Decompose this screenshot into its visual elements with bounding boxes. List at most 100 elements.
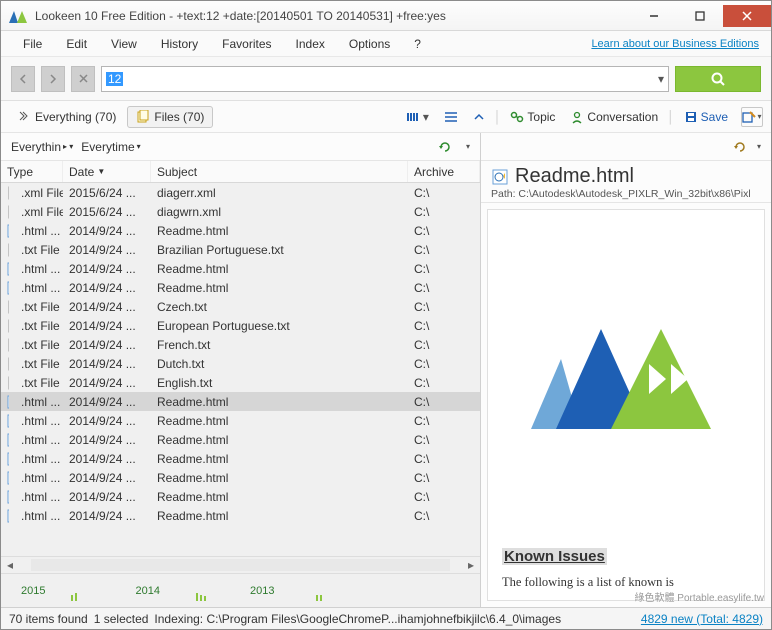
menu-options[interactable]: Options xyxy=(339,35,400,53)
cell-archive: C:\ xyxy=(408,300,480,314)
nav-forward-button[interactable] xyxy=(41,66,65,92)
cell-date: 2014/9/24 ... xyxy=(63,490,151,504)
cell-subject: Czech.txt xyxy=(151,300,408,314)
cell-archive: C:\ xyxy=(408,509,480,523)
cell-archive: C:\ xyxy=(408,471,480,485)
cell-archive: C:\ xyxy=(408,376,480,390)
cell-type: .txt File xyxy=(15,319,63,333)
file-icon xyxy=(1,224,15,238)
preview-header: Readme.html Path: C:\Autodesk\Autodesk_P… xyxy=(481,161,771,203)
file-icon xyxy=(1,243,15,257)
search-dropdown-icon[interactable]: ▾ xyxy=(658,72,664,86)
view-lines-button[interactable] xyxy=(438,109,464,125)
tab-everything[interactable]: Everything (70) xyxy=(9,107,124,127)
expand-icon xyxy=(17,110,31,124)
table-row[interactable]: .txt File2014/9/24 ...English.txtC:\ xyxy=(1,373,480,392)
table-row[interactable]: .html ...2014/9/24 ...Readme.htmlC:\ xyxy=(1,468,480,487)
minimize-button[interactable] xyxy=(631,5,677,27)
horizontal-scrollbar[interactable]: ◂ ▸ xyxy=(1,556,480,573)
business-link[interactable]: Learn about our Business Editions xyxy=(591,38,759,50)
conversation-button[interactable]: Conversation xyxy=(564,108,664,126)
cell-subject: Readme.html xyxy=(151,395,408,409)
table-row[interactable]: .txt File2014/9/24 ...European Portugues… xyxy=(1,316,480,335)
table-row[interactable]: .html ...2014/9/24 ...Readme.htmlC:\ xyxy=(1,487,480,506)
cell-type: .html ... xyxy=(15,395,63,409)
cell-type: .txt File xyxy=(15,243,63,257)
col-archive[interactable]: Archive xyxy=(408,161,480,182)
nav-cancel-button[interactable] xyxy=(71,66,95,92)
table-row[interactable]: .html ...2014/9/24 ...Readme.htmlC:\ xyxy=(1,430,480,449)
cell-subject: European Portuguese.txt xyxy=(151,319,408,333)
tab-everything-label: Everything (70) xyxy=(35,110,116,124)
cell-subject: Readme.html xyxy=(151,490,408,504)
search-input[interactable]: 12 ▾ xyxy=(101,66,669,92)
collapse-up-button[interactable] xyxy=(467,110,491,124)
table-row[interactable]: .html ...2014/9/24 ...Readme.htmlC:\ xyxy=(1,259,480,278)
preview-logo xyxy=(502,220,750,548)
cell-archive: C:\ xyxy=(408,186,480,200)
menu-file[interactable]: File xyxy=(13,35,52,53)
menu-view[interactable]: View xyxy=(101,35,147,53)
compose-button[interactable]: ▾ xyxy=(741,107,763,127)
cell-archive: C:\ xyxy=(408,395,480,409)
scope-combo[interactable]: Everythin ▸ ▾ xyxy=(11,140,73,154)
file-icon xyxy=(1,357,15,371)
col-date[interactable]: Date ▼ xyxy=(63,161,151,182)
app-icon xyxy=(9,9,27,23)
table-row[interactable]: .xml File2015/6/24 ...diagerr.xmlC:\ xyxy=(1,183,480,202)
table-row[interactable]: .txt File2014/9/24 ...French.txtC:\ xyxy=(1,335,480,354)
table-row[interactable]: .xml File2015/6/24 ...diagwrn.xmlC:\ xyxy=(1,202,480,221)
col-subject[interactable]: Subject xyxy=(151,161,408,182)
menu-history[interactable]: History xyxy=(151,35,208,53)
file-icon xyxy=(1,509,15,523)
table-row[interactable]: .html ...2014/9/24 ...Readme.htmlC:\ xyxy=(1,506,480,525)
menu-edit[interactable]: Edit xyxy=(56,35,97,53)
scroll-left-icon[interactable]: ◂ xyxy=(3,558,17,572)
status-found: 70 items found xyxy=(9,612,88,626)
cell-subject: Readme.html xyxy=(151,281,408,295)
cell-subject: diagerr.xml xyxy=(151,186,408,200)
table-row[interactable]: .txt File2014/9/24 ...Brazilian Portugue… xyxy=(1,240,480,259)
cell-type: .html ... xyxy=(15,452,63,466)
cell-type: .txt File xyxy=(15,338,63,352)
table-row[interactable]: .txt File2014/9/24 ...Dutch.txtC:\ xyxy=(1,354,480,373)
search-value: 12 xyxy=(106,72,123,86)
save-button[interactable]: Save xyxy=(678,108,734,126)
nav-back-button[interactable] xyxy=(11,66,35,92)
cell-archive: C:\ xyxy=(408,224,480,238)
grid-body[interactable]: .xml File2015/6/24 ...diagerr.xmlC:\.xml… xyxy=(1,183,480,556)
cell-type: .html ... xyxy=(15,433,63,447)
status-new-link[interactable]: 4829 new (Total: 4829) xyxy=(641,612,763,626)
table-row[interactable]: .html ...2014/9/24 ...Readme.htmlC:\ xyxy=(1,411,480,430)
menu-index[interactable]: Index xyxy=(286,35,335,53)
cell-date: 2014/9/24 ... xyxy=(63,224,151,238)
table-row[interactable]: .txt File2014/9/24 ...Czech.txtC:\ xyxy=(1,297,480,316)
cell-date: 2014/9/24 ... xyxy=(63,414,151,428)
search-button[interactable] xyxy=(675,66,761,92)
file-icon xyxy=(1,281,15,295)
close-button[interactable] xyxy=(723,5,771,27)
cell-type: .txt File xyxy=(15,357,63,371)
maximize-button[interactable] xyxy=(677,5,723,27)
file-icon xyxy=(1,186,15,200)
table-row[interactable]: .html ...2014/9/24 ...Readme.htmlC:\ xyxy=(1,221,480,240)
time-combo[interactable]: Everytime ▾ xyxy=(81,140,140,154)
col-type[interactable]: Type xyxy=(1,161,63,182)
cell-date: 2014/9/24 ... xyxy=(63,433,151,447)
preview-refresh-icon[interactable] xyxy=(733,140,747,154)
tab-files[interactable]: Files (70) xyxy=(127,106,213,128)
preview-body[interactable]: Known Issues The following is a list of … xyxy=(487,209,765,601)
menu-help[interactable]: ? xyxy=(404,35,431,53)
menu-favorites[interactable]: Favorites xyxy=(212,35,281,53)
table-row[interactable]: .html ...2014/9/24 ...Readme.htmlC:\ xyxy=(1,392,480,411)
table-row[interactable]: .html ...2014/9/24 ...Readme.htmlC:\ xyxy=(1,278,480,297)
topic-button[interactable]: Topic xyxy=(504,108,561,126)
refresh-icon[interactable] xyxy=(438,140,452,154)
scroll-right-icon[interactable]: ▸ xyxy=(464,558,478,572)
cell-archive: C:\ xyxy=(408,452,480,466)
cell-type: .html ... xyxy=(15,490,63,504)
view-list-button[interactable]: ▾ xyxy=(400,108,435,126)
timeline[interactable]: 2015 2014 2013 xyxy=(1,573,480,607)
filter-bar: Everything (70) Files (70) ▾ │ Topic Con… xyxy=(1,101,771,133)
table-row[interactable]: .html ...2014/9/24 ...Readme.htmlC:\ xyxy=(1,449,480,468)
